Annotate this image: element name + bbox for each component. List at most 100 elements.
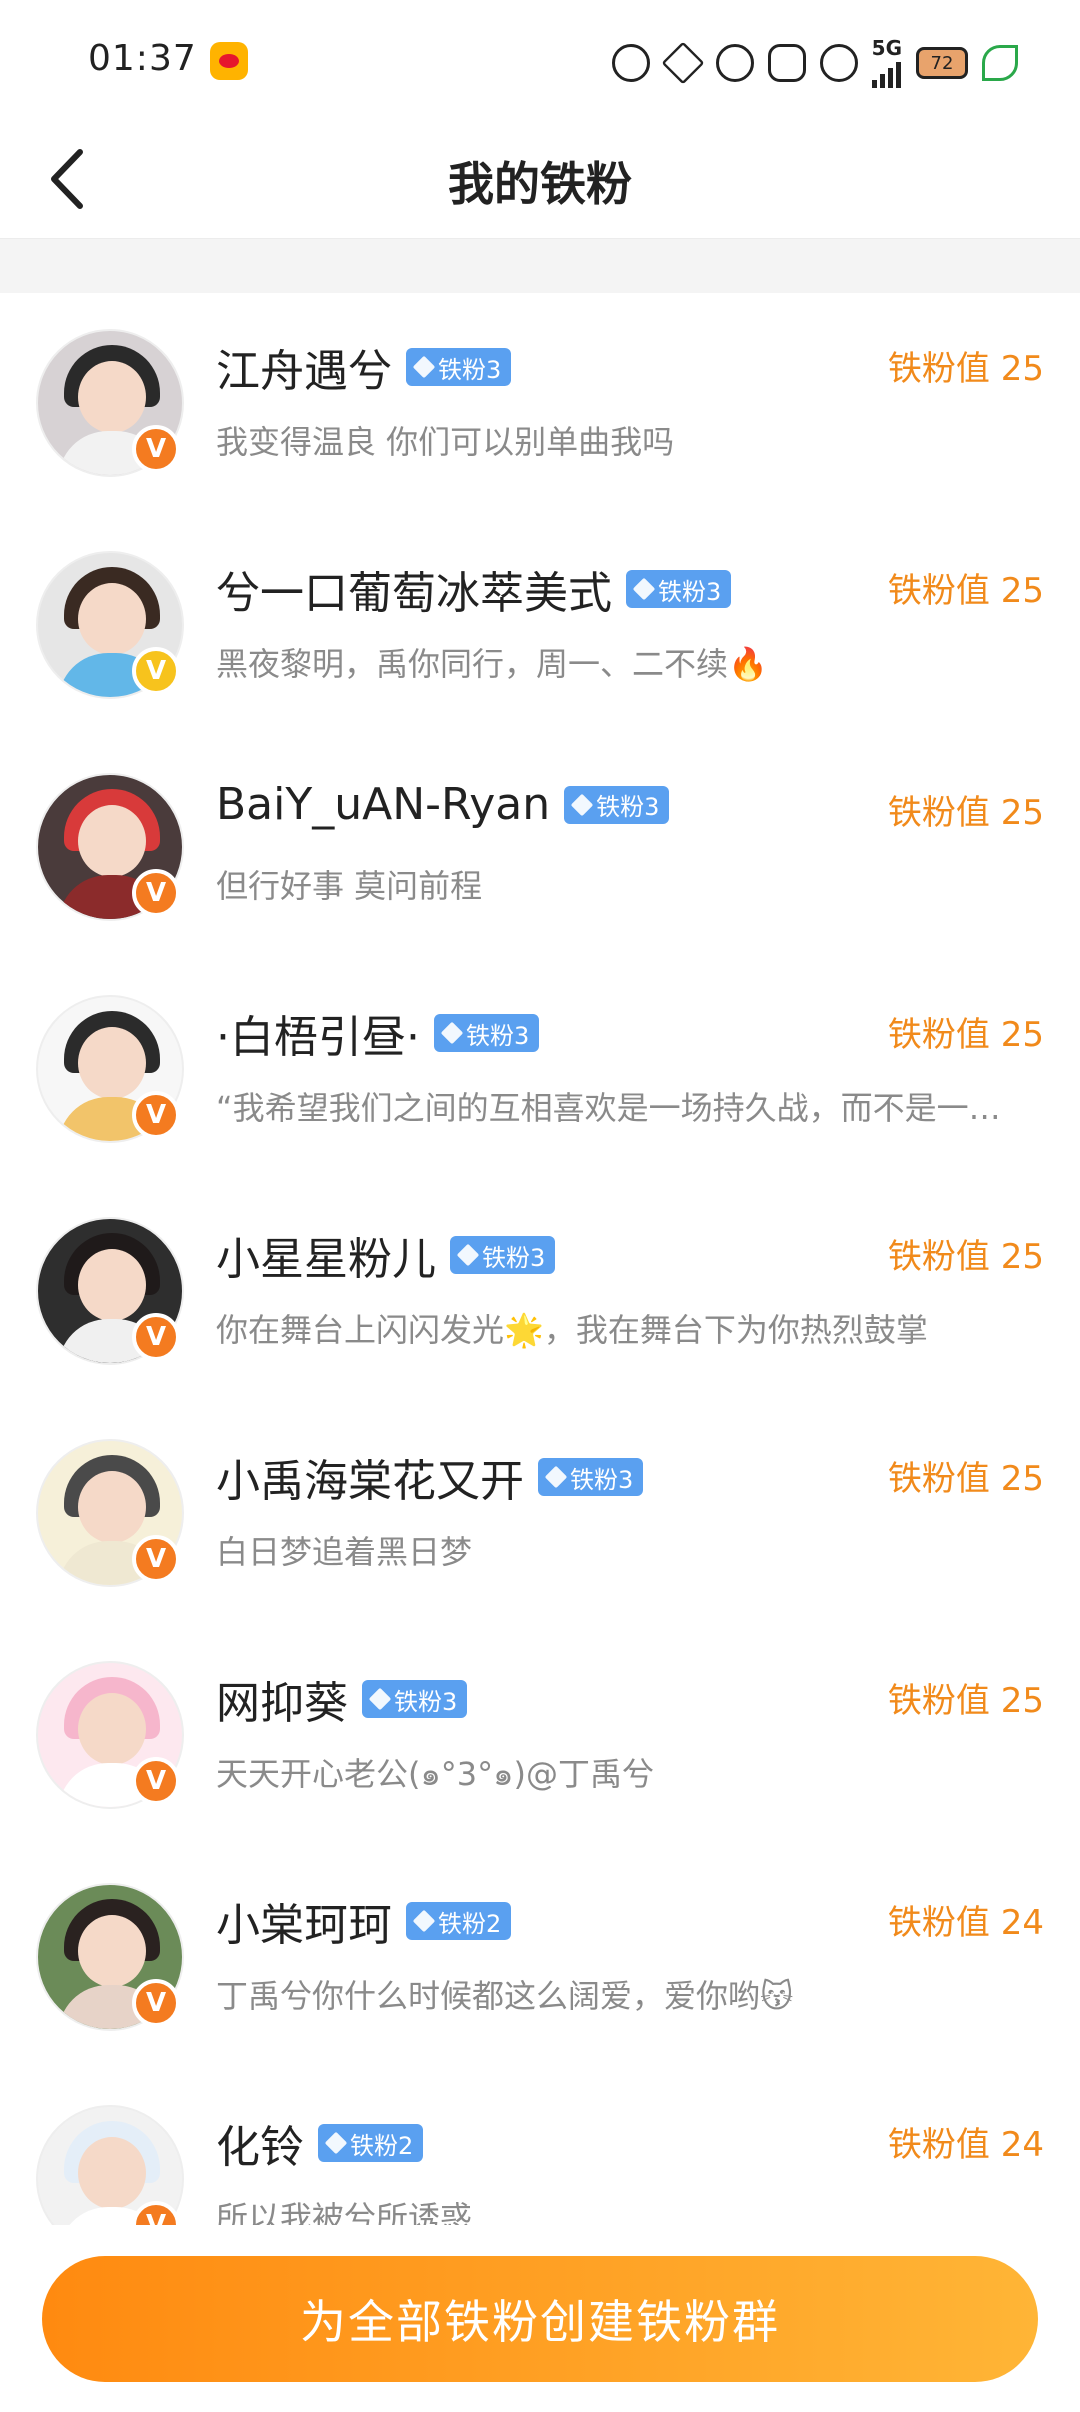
fan-score: 铁粉值 25	[887, 571, 1044, 611]
fan-score: 铁粉值 25	[887, 1681, 1044, 1721]
fan-level-badge: 铁粉2	[318, 2124, 424, 2162]
fan-bio: 我变得温良 你们可以别单曲我吗	[216, 423, 675, 461]
name-line: 江舟遇兮 铁粉3	[216, 335, 512, 399]
fan-level-label: 铁粉3	[438, 355, 502, 384]
network-label: 5G	[871, 36, 902, 60]
fan-level-badge: 铁粉3	[626, 570, 732, 608]
name-line: 网抑葵 铁粉3	[216, 1667, 468, 1731]
verified-badge-icon: V	[132, 647, 180, 695]
status-time: 01:37	[88, 38, 197, 79]
fan-score: 铁粉值 25	[887, 1459, 1044, 1499]
fan-bio: 但行好事 莫问前程	[216, 867, 483, 905]
bow-icon	[767, 44, 806, 82]
fan-score: 铁粉值 24	[887, 1903, 1044, 1943]
fan-level-badge: 铁粉3	[406, 348, 512, 386]
fan-list[interactable]: V 江舟遇兮 铁粉3 铁粉值 25 我变得温良 你们可以别单曲我吗 V 兮一口葡…	[0, 293, 1080, 2225]
name-line: 化铃 铁粉2	[216, 2111, 424, 2175]
section-divider	[0, 239, 1080, 293]
fan-list-item[interactable]: V ·白梧引昼· 铁粉3 铁粉值 25 “我希望我们之间的互相喜欢是一场持久战，…	[0, 959, 1080, 1181]
fan-level-badge: 铁粉3	[450, 1236, 556, 1274]
fan-name[interactable]: 化铃	[216, 2111, 304, 2175]
fan-level-label: 铁粉3	[394, 1687, 458, 1716]
verified-badge-icon: V	[132, 869, 180, 917]
page-title: 我的铁粉	[448, 157, 632, 211]
diamond-icon	[544, 1465, 568, 1489]
nav-header: 我的铁粉	[0, 120, 1080, 239]
name-line: 兮一口葡萄冰萃美式 铁粉3	[216, 557, 732, 621]
fan-level-label: 铁粉2	[350, 2131, 414, 2160]
fan-name[interactable]: 网抑葵	[216, 1667, 348, 1731]
name-line: ·白梧引昼· 铁粉3	[216, 1001, 540, 1065]
fan-name[interactable]: 小禹海棠花又开	[216, 1445, 524, 1509]
fan-bio: 你在舞台上闪闪发光🌟，我在舞台下为你热烈鼓掌	[216, 1311, 928, 1349]
fan-name[interactable]: 江舟遇兮	[216, 335, 392, 399]
verified-badge-icon: V	[132, 425, 180, 473]
fan-list-item[interactable]: V 小禹海棠花又开 铁粉3 铁粉值 25 白日梦追着黑日梦	[0, 1403, 1080, 1625]
fan-level-badge: 铁粉3	[538, 1458, 644, 1496]
fan-level-badge: 铁粉2	[406, 1902, 512, 1940]
bottom-bar: 为全部铁粉创建铁粉群	[0, 2225, 1080, 2412]
fan-level-label: 铁粉2	[438, 1909, 502, 1938]
fan-score: 铁粉值 25	[887, 1237, 1044, 1277]
signal-icon: 5G	[871, 36, 902, 88]
fan-bio: “我希望我们之间的互相喜欢是一场持久战，而不是一场闪电战”	[216, 1089, 1026, 1127]
weibo-icon	[210, 42, 248, 80]
fan-list-item[interactable]: V 兮一口葡萄冰萃美式 铁粉3 铁粉值 25 黑夜黎明，禹你同行，周一、二不续🔥	[0, 515, 1080, 737]
fan-level-label: 铁粉3	[570, 1465, 634, 1494]
cat-icon	[715, 44, 754, 82]
fan-list-item[interactable]: V 小棠珂珂 铁粉2 铁粉值 24 丁禹兮你什么时候都这么阔爱，爱你哟😽	[0, 1847, 1080, 2069]
fan-name[interactable]: BaiY_uAN-Ryan	[216, 779, 550, 830]
diamond-icon	[456, 1243, 480, 1267]
fan-score: 铁粉值 25	[887, 1015, 1044, 1055]
fan-bio: 白日梦追着黑日梦	[216, 1533, 473, 1571]
fan-level-label: 铁粉3	[482, 1243, 546, 1272]
name-line: 小棠珂珂 铁粉2	[216, 1889, 512, 1953]
fan-score: 铁粉值 24	[887, 2125, 1044, 2165]
fan-level-badge: 铁粉3	[564, 785, 670, 824]
verified-badge-icon: V	[132, 1757, 180, 1805]
fan-level-label: 铁粉3	[465, 1021, 530, 1050]
fan-name[interactable]: 兮一口葡萄冰萃美式	[216, 557, 612, 621]
diamond-icon	[412, 1909, 436, 1933]
strawberry-icon	[819, 44, 858, 82]
battery-icon: 72	[916, 47, 968, 79]
fan-list-item[interactable]: V 化铃 铁粉2 铁粉值 24 所以我被兮所诱惑	[0, 2069, 1080, 2225]
leaf-icon	[982, 45, 1018, 81]
fan-bio: 所以我被兮所诱惑	[216, 2199, 473, 2225]
verified-badge-icon: V	[132, 1535, 180, 1583]
fan-bio: 丁禹兮你什么时候都这么阔爱，爱你哟😽	[216, 1977, 794, 2015]
bear-icon	[611, 44, 650, 82]
fan-bio: 天天开心老公(๑°3°๑)@丁禹兮	[216, 1755, 654, 1793]
verified-badge-icon: V	[132, 1313, 180, 1361]
fan-level-badge: 铁粉3	[362, 1680, 468, 1718]
diamond-icon	[440, 1021, 464, 1045]
diamond-icon	[632, 577, 656, 601]
create-fan-group-button[interactable]: 为全部铁粉创建铁粉群	[42, 2256, 1038, 2382]
fan-score: 铁粉值 25	[887, 793, 1044, 833]
flower-icon	[661, 41, 705, 85]
verified-badge-icon: V	[132, 1979, 180, 2027]
diamond-icon	[324, 2131, 348, 2155]
fan-list-item[interactable]: V 江舟遇兮 铁粉3 铁粉值 25 我变得温良 你们可以别单曲我吗	[0, 293, 1080, 515]
diamond-icon	[570, 793, 594, 816]
name-line: 小星星粉儿 铁粉3	[216, 1223, 556, 1287]
diamond-icon	[412, 355, 436, 379]
fan-name[interactable]: 小星星粉儿	[216, 1223, 436, 1287]
fan-bio: 黑夜黎明，禹你同行，周一、二不续🔥	[216, 645, 768, 683]
fan-level-label: 铁粉3	[596, 793, 660, 821]
name-line: BaiY_uAN-Ryan 铁粉3	[216, 779, 670, 830]
fan-name[interactable]: 小棠珂珂	[216, 1889, 392, 1953]
fan-list-item[interactable]: V 小星星粉儿 铁粉3 铁粉值 25 你在舞台上闪闪发光🌟，我在舞台下为你热烈鼓…	[0, 1181, 1080, 1403]
fan-list-item[interactable]: V BaiY_uAN-Ryan 铁粉3 铁粉值 25 但行好事 莫问前程	[0, 737, 1080, 959]
battery-level: 72	[930, 52, 954, 74]
fan-name[interactable]: ·白梧引昼·	[216, 1001, 420, 1065]
status-bar: 01:37 5G 72	[0, 0, 1080, 120]
fan-level-badge: 铁粉3	[433, 1014, 540, 1052]
name-line: 小禹海棠花又开 铁粉3	[216, 1445, 644, 1509]
fan-level-label: 铁粉3	[658, 577, 722, 606]
status-icons: 5G 72	[611, 36, 1018, 88]
fan-score: 铁粉值 25	[887, 349, 1044, 389]
verified-badge-icon: V	[132, 1091, 180, 1139]
diamond-icon	[368, 1687, 392, 1711]
fan-list-item[interactable]: V 网抑葵 铁粉3 铁粉值 25 天天开心老公(๑°3°๑)@丁禹兮	[0, 1625, 1080, 1847]
